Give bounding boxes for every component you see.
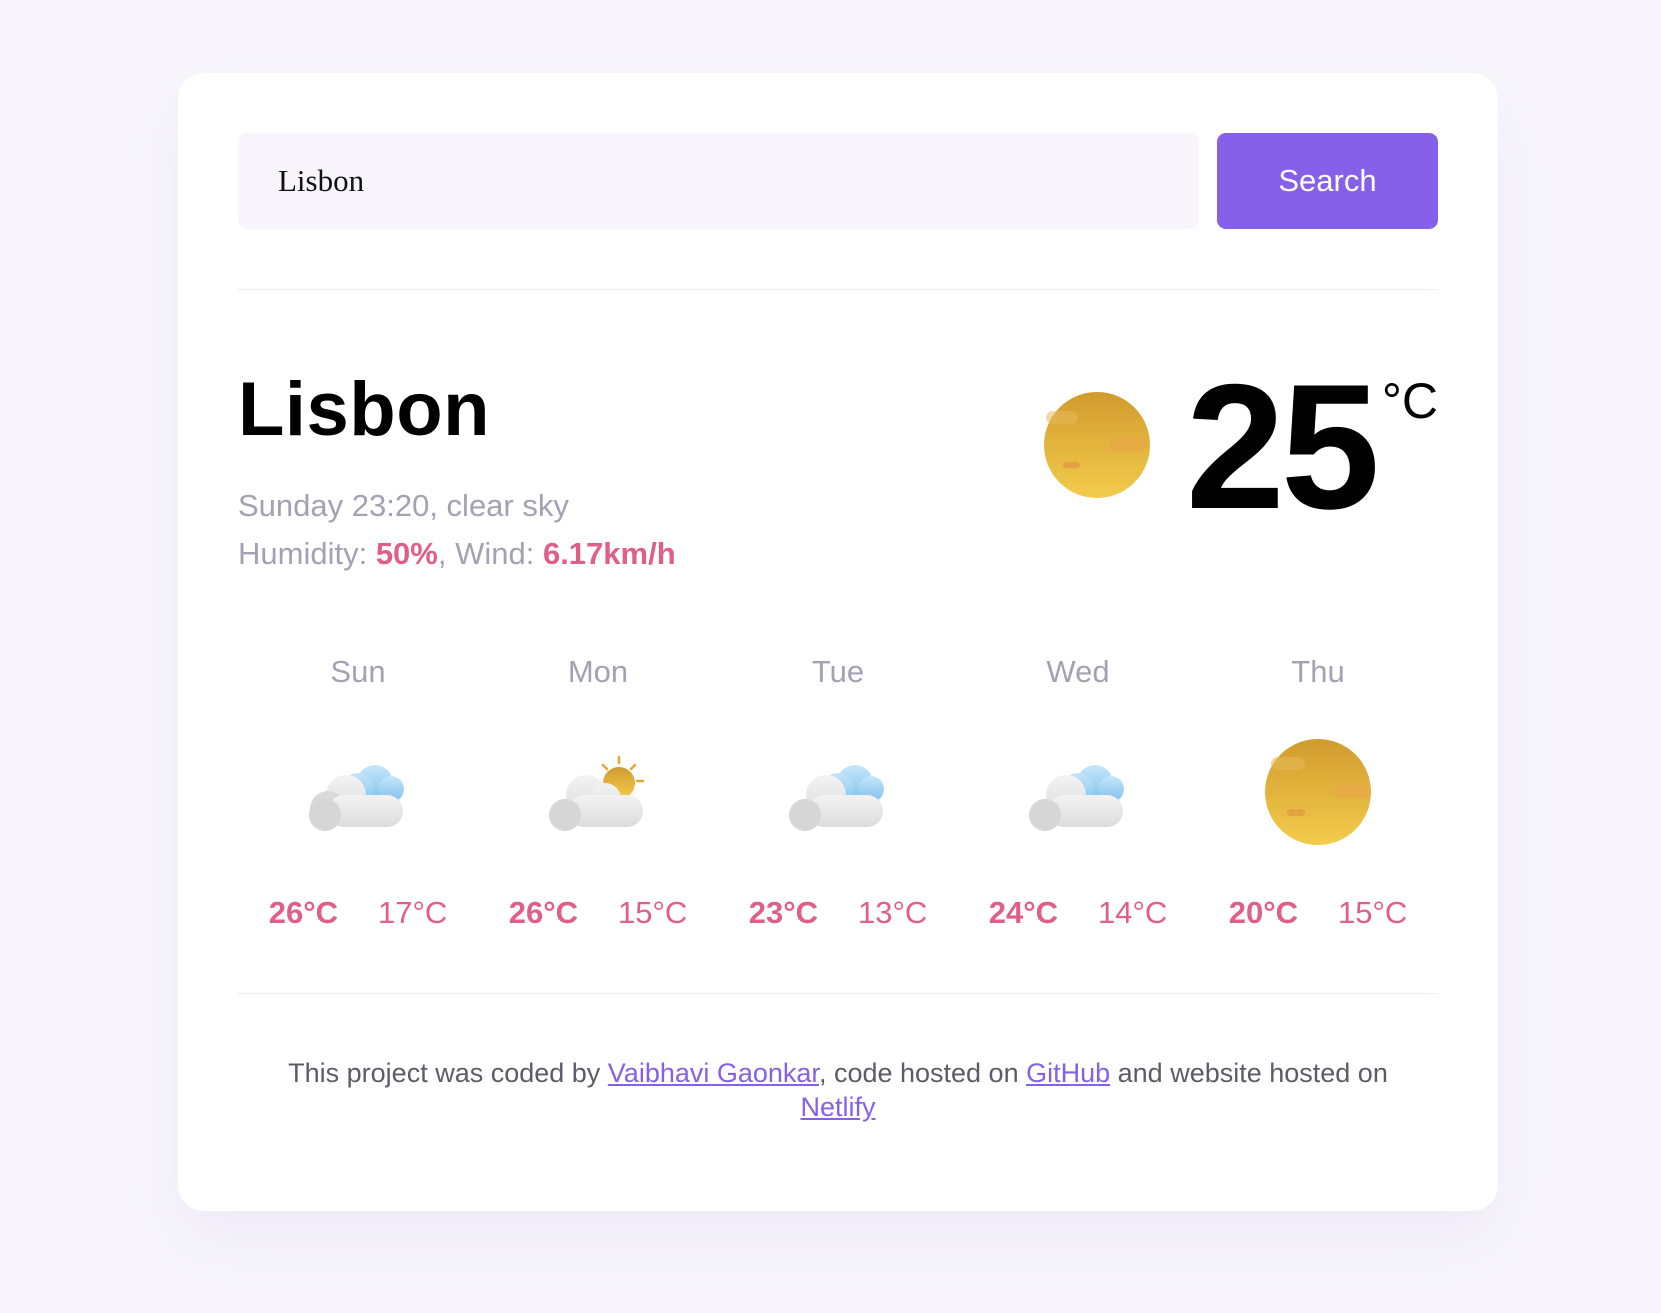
search-button[interactable]: Search xyxy=(1217,133,1438,229)
forecast-temps: 20°C 15°C xyxy=(1198,895,1438,931)
search-form: Search xyxy=(238,133,1438,229)
forecast-day-name: Thu xyxy=(1291,654,1345,689)
temperature-value: 25 xyxy=(1185,347,1380,546)
forecast-day: Mon 26°C 15°C xyxy=(478,652,718,931)
forecast-temps: 24°C 14°C xyxy=(958,895,1198,931)
forecast-temps: 26°C 15°C xyxy=(478,895,718,931)
search-input[interactable] xyxy=(238,133,1199,229)
footer-prefix: This project was coded by xyxy=(288,1058,608,1088)
weather-card: Search Lisbon Sunday 23:20, clear sky Hu… xyxy=(178,73,1498,1211)
weather-details: Sunday 23:20, clear sky Humidity: 50%, W… xyxy=(238,482,676,578)
forecast-day-name: Wed xyxy=(1046,654,1110,689)
humidity-wind: Humidity: 50%, Wind: 6.17km/h xyxy=(238,530,676,578)
footer-middle-1: , code hosted on xyxy=(818,1058,1027,1088)
humidity-value: 50% xyxy=(375,536,438,571)
sun-icon xyxy=(1265,739,1371,845)
forecast-day-name: Tue xyxy=(811,654,865,689)
current-weather: Lisbon Sunday 23:20, clear sky Humidity:… xyxy=(238,290,1438,650)
forecast: Sun 26°C 17°C Mon 26°C 15°C Tue 23°C 13°… xyxy=(238,652,1438,931)
current-temperature: 25 °C xyxy=(1043,347,1438,546)
wind-label: , Wind: xyxy=(437,536,543,571)
forecast-min-temp: 14°C xyxy=(1098,895,1168,930)
forecast-temps: 23°C 13°C xyxy=(718,895,958,931)
forecast-max-temp: 23°C xyxy=(748,895,818,930)
forecast-day-name: Mon xyxy=(567,654,629,689)
forecast-day: Thu 20°C 15°C xyxy=(1198,652,1438,931)
forecast-day: Wed 24°C 14°C xyxy=(958,652,1198,931)
forecast-temps: 26°C 17°C xyxy=(238,895,478,931)
forecast-day: Sun 26°C 17°C xyxy=(238,652,478,931)
forecast-min-temp: 13°C xyxy=(858,895,928,930)
footer-middle-2: and website hosted on xyxy=(1110,1058,1388,1088)
author-link[interactable]: Vaibhavi Gaonkar xyxy=(608,1058,819,1088)
divider-bottom xyxy=(238,993,1438,994)
date-description: Sunday 23:20, clear sky xyxy=(238,488,569,523)
temperature-unit: °C xyxy=(1381,373,1438,429)
wind-value: 6.17km/h xyxy=(542,536,676,571)
forecast-max-temp: 20°C xyxy=(1228,895,1298,930)
netlify-link[interactable]: Netlify xyxy=(800,1092,875,1122)
sun-icon xyxy=(1043,392,1150,498)
city-name: Lisbon xyxy=(238,367,491,452)
forecast-day-name: Sun xyxy=(330,654,386,689)
footer: This project was coded by Vaibhavi Gaonk… xyxy=(238,1056,1438,1124)
forecast-max-temp: 26°C xyxy=(268,895,338,930)
forecast-max-temp: 26°C xyxy=(508,895,578,930)
cloud-icon xyxy=(309,765,404,831)
forecast-min-temp: 17°C xyxy=(378,895,448,930)
humidity-label: Humidity: xyxy=(238,536,376,571)
forecast-min-temp: 15°C xyxy=(1338,895,1408,930)
forecast-max-temp: 24°C xyxy=(988,895,1058,930)
partly-sunny-icon xyxy=(549,755,645,831)
cloud-icon xyxy=(1029,765,1124,831)
github-link[interactable]: GitHub xyxy=(1026,1058,1110,1088)
forecast-day: Tue 23°C 13°C xyxy=(718,652,958,931)
cloud-icon xyxy=(789,765,884,831)
forecast-min-temp: 15°C xyxy=(618,895,688,930)
